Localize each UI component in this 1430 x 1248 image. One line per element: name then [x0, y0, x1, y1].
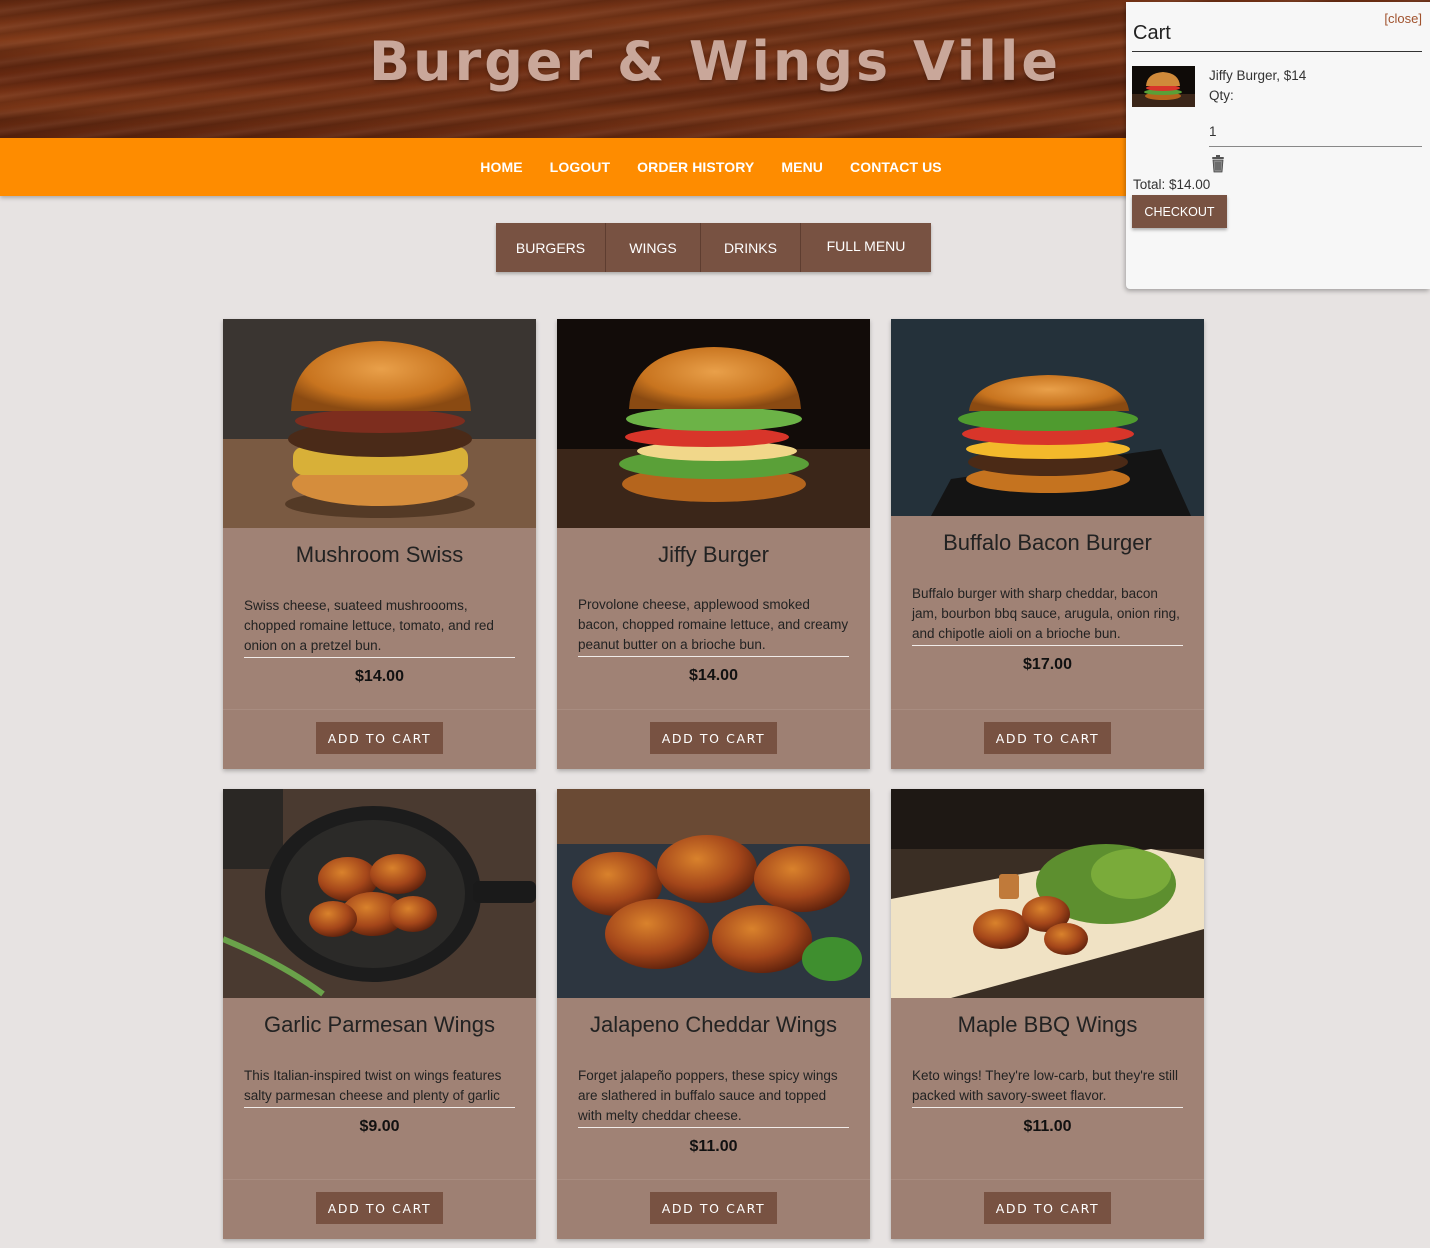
add-to-cart-button[interactable]: ADD TO CART	[316, 1192, 443, 1224]
card-price: $14.00	[355, 668, 404, 685]
category-drinks-button[interactable]: DRINKS	[701, 223, 801, 272]
nav-contact-us[interactable]: CONTACT US	[850, 159, 942, 175]
card-price: $11.00	[689, 1138, 738, 1155]
category-wings-button[interactable]: WINGS	[606, 223, 701, 272]
card-description: This Italian-inspired twist on wings fea…	[244, 1066, 515, 1108]
category-filter: BURGERS WINGS DRINKS FULL MENU	[496, 223, 931, 272]
cart-item-name: Jiffy Burger, $14	[1209, 68, 1307, 83]
card-footer: ADD TO CART	[891, 1179, 1204, 1239]
menu-card: Maple BBQ Wings Keto wings! They're low-…	[891, 789, 1204, 1239]
card-footer: ADD TO CART	[223, 709, 536, 769]
menu-card: Garlic Parmesan Wings This Italian-inspi…	[223, 789, 536, 1239]
card-description: Swiss cheese, suateed mushroooms, choppe…	[244, 596, 515, 658]
card-footer: ADD TO CART	[557, 709, 870, 769]
jiffy-burger-photo	[557, 319, 870, 528]
card-footer: ADD TO CART	[891, 709, 1204, 769]
maple-bbq-wings-photo	[891, 789, 1204, 998]
cart-title: Cart	[1133, 22, 1171, 44]
card-title: Jalapeno Cheddar Wings	[589, 1012, 838, 1037]
card-description: Buffalo burger with sharp cheddar, bacon…	[912, 584, 1183, 646]
nav-logout[interactable]: LOGOUT	[550, 159, 610, 175]
card-description: Keto wings! They're low-carb, but they'r…	[912, 1066, 1183, 1108]
card-description: Provolone cheese, applewood smoked bacon…	[578, 595, 849, 657]
mushroom-swiss-photo	[223, 319, 536, 528]
trash-icon[interactable]	[1210, 155, 1226, 173]
cart-close-link[interactable]: [close]	[1384, 11, 1422, 26]
nav-home[interactable]: HOME	[480, 159, 522, 175]
card-title: Maple BBQ Wings	[957, 1012, 1138, 1037]
card-price: $14.00	[689, 667, 738, 684]
card-footer: ADD TO CART	[557, 1179, 870, 1239]
divider	[1132, 51, 1422, 52]
category-burgers-button[interactable]: BURGERS	[496, 223, 606, 272]
menu-card: Mushroom Swiss Swiss cheese, suateed mus…	[223, 319, 536, 769]
garlic-parmesan-wings-photo	[223, 789, 536, 998]
add-to-cart-button[interactable]: ADD TO CART	[316, 722, 443, 754]
card-title: Mushroom Swiss	[295, 542, 464, 567]
card-price: $17.00	[1023, 656, 1072, 673]
menu-card: Jalapeno Cheddar Wings Forget jalapeño p…	[557, 789, 870, 1239]
nav-order-history[interactable]: ORDER HISTORY	[637, 159, 754, 175]
checkout-button[interactable]: CHECKOUT	[1132, 195, 1227, 228]
cart-qty-label: Qty:	[1209, 88, 1234, 103]
card-footer: ADD TO CART	[223, 1179, 536, 1239]
card-title: Buffalo Bacon Burger	[943, 530, 1152, 555]
add-to-cart-button[interactable]: ADD TO CART	[650, 1192, 777, 1224]
cart-qty-input[interactable]	[1209, 117, 1422, 147]
card-price: $11.00	[1023, 1118, 1072, 1135]
menu-card: Buffalo Bacon Burger Buffalo burger with…	[891, 319, 1204, 769]
cart-panel: [close] Cart Jiffy Burger, $14 Qty: Tota…	[1126, 2, 1430, 289]
category-full-menu-button[interactable]: FULL MENU	[801, 223, 931, 272]
cart-total: Total: $14.00	[1133, 177, 1211, 192]
card-title: Garlic Parmesan Wings	[263, 1012, 496, 1037]
nav-menu[interactable]: MENU	[781, 159, 823, 175]
card-title: Jiffy Burger	[658, 542, 769, 567]
add-to-cart-button[interactable]: ADD TO CART	[984, 1192, 1111, 1224]
jalapeno-cheddar-wings-photo	[557, 789, 870, 998]
add-to-cart-button[interactable]: ADD TO CART	[650, 722, 777, 754]
card-description: Forget jalapeño poppers, these spicy win…	[578, 1066, 849, 1128]
cart-item-thumbnail	[1132, 66, 1195, 107]
menu-card: Jiffy Burger Provolone cheese, applewood…	[557, 319, 870, 769]
card-price: $9.00	[359, 1118, 400, 1135]
add-to-cart-button[interactable]: ADD TO CART	[984, 722, 1111, 754]
buffalo-bacon-burger-photo	[891, 319, 1204, 516]
